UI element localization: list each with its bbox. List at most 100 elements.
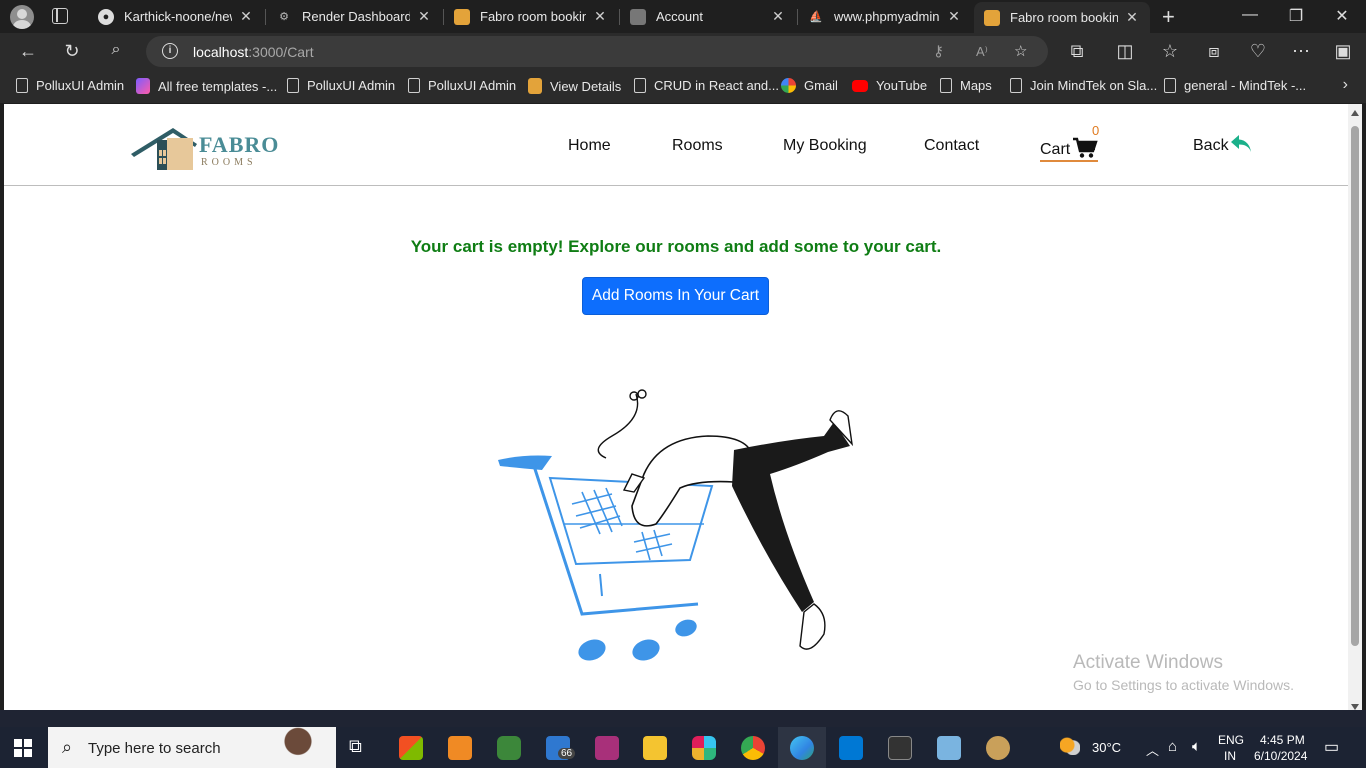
nav-cart[interactable]: Cart	[1040, 137, 1099, 162]
page-viewport: FABRO ROOMS Home Rooms My Booking Contac…	[4, 104, 1348, 710]
bookmark-item[interactable]: CRUD in React and...	[634, 78, 779, 93]
mail-icon[interactable]: 66	[546, 736, 576, 760]
bookmark-item[interactable]: PolluxUI Admin	[287, 78, 395, 93]
close-icon[interactable]: ✕	[416, 8, 432, 25]
empty-cart-illustration	[498, 389, 854, 661]
slack-icon[interactable]	[692, 736, 716, 760]
nav-back[interactable]: Back	[1193, 135, 1252, 155]
browser-tab-account[interactable]: Account ✕	[620, 0, 796, 33]
close-icon[interactable]: ✕	[238, 8, 254, 25]
refresh-icon[interactable]: ↻	[61, 41, 83, 62]
page-scrollbar[interactable]	[1348, 104, 1362, 710]
scrollbar-thumb[interactable]	[1351, 126, 1359, 646]
key-icon[interactable]: ⚷	[933, 42, 944, 60]
visual-studio-icon[interactable]	[595, 736, 619, 760]
windows-start-icon[interactable]	[14, 739, 32, 757]
nav-rooms[interactable]: Rooms	[672, 137, 723, 155]
taskbar-search-box[interactable]: ⌕ Type here to search	[48, 727, 336, 768]
bookmark-item[interactable]: All free templates -...	[136, 78, 277, 94]
bookmark-item[interactable]: Maps	[940, 78, 992, 93]
add-rooms-button[interactable]: Add Rooms In Your Cart	[582, 277, 769, 315]
render-icon: ⚙	[279, 11, 289, 23]
tab-title: Render Dashboard	[302, 9, 410, 24]
taskbar-search-placeholder: Type here to search	[88, 740, 221, 757]
site-navbar: FABRO ROOMS Home Rooms My Booking Contac…	[4, 104, 1348, 186]
bookmark-item[interactable]: Join MindTek on Sla...	[1010, 78, 1157, 93]
bookmark-item[interactable]: View Details	[528, 78, 621, 94]
browser-essentials-icon[interactable]: ♡	[1247, 41, 1269, 62]
scroll-up-icon[interactable]	[1351, 110, 1359, 116]
browser-tab-phpmyadmin[interactable]: ⛵ www.phpmyadmin.co ✕	[798, 0, 972, 33]
paint-icon[interactable]	[986, 736, 1010, 760]
bookmark-label: Join MindTek on Sla...	[1030, 78, 1158, 93]
nav-contact[interactable]: Contact	[924, 137, 979, 155]
page-icon	[408, 78, 420, 93]
logo-brand: FABRO	[199, 132, 280, 157]
address-bar[interactable]: i localhost:3000/Cart ⚷ A⁾ ☆	[146, 36, 1048, 67]
close-icon[interactable]: ✕	[1124, 9, 1140, 26]
split-screen-icon[interactable]: ◫	[1114, 41, 1136, 62]
favorites-icon[interactable]: ☆	[1159, 41, 1181, 62]
fabro-icon	[528, 78, 542, 94]
url-text[interactable]: localhost:3000/Cart	[193, 44, 314, 60]
site-info-icon[interactable]: i	[162, 43, 178, 59]
chevron-right-icon[interactable]: ›	[1343, 76, 1348, 94]
edge-icon[interactable]	[778, 727, 826, 768]
microsoft-store-icon[interactable]	[399, 736, 423, 760]
tab-title: Fabro room booking	[1010, 10, 1118, 25]
browser-tab-fabro-active[interactable]: Fabro room booking ✕	[974, 2, 1150, 33]
collections-icon[interactable]: ⧈	[1203, 41, 1225, 62]
back-arrow-icon[interactable]: ←	[17, 41, 39, 62]
close-icon[interactable]: ✕	[946, 8, 962, 25]
nav-home[interactable]: Home	[568, 137, 611, 155]
browser-tab-fabro[interactable]: Fabro room booking ✕	[444, 0, 618, 33]
bookmark-item[interactable]: Gmail	[781, 78, 838, 93]
more-menu-icon[interactable]: ⋯	[1290, 41, 1312, 62]
tray-chevron-icon[interactable]: ︿	[1146, 740, 1159, 768]
close-icon[interactable]: ✕	[770, 8, 786, 25]
notifications-icon[interactable]: ▭	[1324, 737, 1339, 768]
favorite-star-icon[interactable]: ☆	[1014, 42, 1027, 60]
read-aloud-icon[interactable]: A⁾	[976, 44, 988, 60]
tab-actions-icon[interactable]	[52, 8, 68, 24]
clock[interactable]: 4:45 PM 6/10/2024	[1254, 727, 1314, 768]
sidebar-icon[interactable]: ▣	[1332, 41, 1354, 62]
minimize-icon[interactable]: —	[1240, 6, 1260, 24]
bookmark-item[interactable]: general - MindTek -...	[1164, 78, 1306, 93]
bookmark-item[interactable]: PolluxUI Admin	[408, 78, 516, 93]
region-code: IN	[1224, 749, 1236, 763]
nav-my-booking[interactable]: My Booking	[783, 137, 867, 155]
close-icon[interactable]: ✕	[592, 8, 608, 25]
restore-icon[interactable]: ❐	[1286, 6, 1306, 26]
bookmark-item[interactable]: PolluxUI Admin	[16, 78, 124, 93]
vscode-icon[interactable]	[839, 736, 863, 760]
browser-tab-render[interactable]: ⚙ Render Dashboard ✕	[266, 0, 442, 33]
xampp-icon[interactable]	[448, 736, 472, 760]
extensions-icon[interactable]: ⧉	[1066, 41, 1088, 62]
network-icon[interactable]: ⌂	[1168, 738, 1177, 768]
logo-subtitle: ROOMS	[201, 157, 257, 168]
bookmark-label: Gmail	[804, 78, 838, 93]
house-logo-icon	[131, 128, 197, 170]
volume-icon[interactable]: 🔈︎	[1192, 738, 1201, 768]
bookmark-label: View Details	[550, 78, 622, 94]
bookmark-label: general - MindTek -...	[1184, 78, 1307, 93]
browser-tab-github[interactable]: ● Karthick-noone/new ✕	[88, 0, 264, 33]
profile-avatar-icon[interactable]	[10, 5, 34, 29]
github-icon: ●	[98, 8, 114, 25]
file-explorer-icon[interactable]	[643, 736, 667, 760]
task-view-icon[interactable]: ⧉	[349, 736, 373, 760]
chrome-icon[interactable]	[741, 736, 765, 760]
bookmark-label: All free templates -...	[158, 78, 278, 94]
bookmark-item[interactable]: YouTube	[852, 78, 927, 93]
notepad-icon[interactable]	[937, 736, 961, 760]
youtube-icon	[852, 79, 868, 92]
windows-taskbar: ⌕ Type here to search ⧉ 66 30°C ︿ ⌂ 🔈︎ E…	[0, 727, 1366, 768]
terminal-icon[interactable]	[888, 736, 912, 760]
nav-cart-label: Cart	[1040, 141, 1071, 158]
fabro-logo[interactable]: FABRO ROOMS	[129, 124, 289, 172]
window-close-icon[interactable]: ✕	[1332, 6, 1352, 26]
new-tab-plus-icon[interactable]: +	[1162, 4, 1175, 30]
nodejs-icon[interactable]	[497, 736, 521, 760]
search-icon[interactable]: ⌕	[105, 41, 127, 59]
